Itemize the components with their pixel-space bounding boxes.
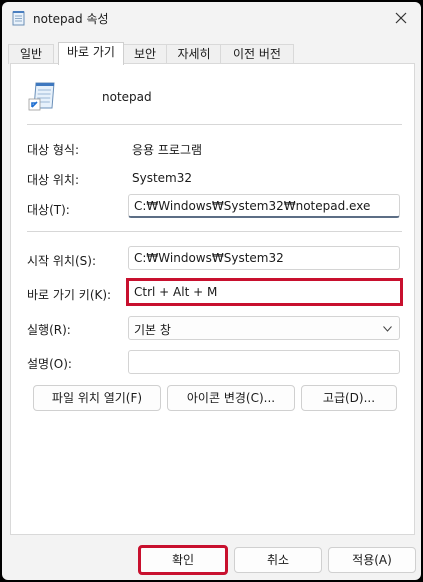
- notepad-shortcut-icon: [28, 82, 55, 111]
- close-icon: [395, 12, 407, 24]
- shortcut-key-label: 바로 가기 키(K):: [27, 288, 112, 302]
- target-input[interactable]: C:₩Windows₩System32₩notepad.exe: [128, 194, 400, 218]
- target-type-label: 대상 형식:: [27, 143, 80, 157]
- apply-button[interactable]: 적용(A): [328, 547, 416, 573]
- run-select[interactable]: 기본 창: [128, 316, 400, 340]
- target-value: C:₩Windows₩System32₩notepad.exe: [134, 199, 371, 213]
- separator: [27, 124, 402, 125]
- tab-security[interactable]: 보안: [122, 44, 168, 64]
- separator: [27, 231, 402, 232]
- start-in-label: 시작 위치(S):: [27, 254, 96, 268]
- open-file-location-button[interactable]: 파일 위치 열기(F): [33, 385, 161, 411]
- start-in-input[interactable]: C:₩Windows₩System32: [128, 246, 400, 270]
- tab-details[interactable]: 자세히: [166, 44, 222, 64]
- tab-general[interactable]: 일반: [8, 44, 54, 64]
- tab-shortcut[interactable]: 바로 가기: [58, 42, 124, 65]
- target-location-label: 대상 위치:: [27, 173, 80, 187]
- change-icon-button[interactable]: 아이콘 변경(C)...: [167, 385, 295, 411]
- tab-previous-versions[interactable]: 이전 버전: [220, 44, 294, 64]
- window-title: notepad 속성: [33, 12, 109, 26]
- start-in-value: C:₩Windows₩System32: [134, 251, 284, 265]
- shortcut-key-input[interactable]: Ctrl + Alt + M: [126, 278, 403, 306]
- notepad-icon: [12, 11, 25, 26]
- advanced-button[interactable]: 고급(D)...: [301, 385, 397, 411]
- comment-label: 설명(O):: [27, 357, 72, 371]
- comment-input[interactable]: [128, 350, 400, 374]
- run-value: 기본 창: [134, 323, 171, 337]
- close-button[interactable]: [389, 6, 413, 30]
- target-type-value: 응용 프로그램: [132, 143, 203, 157]
- title-bar: notepad 속성: [2, 2, 421, 34]
- cancel-button[interactable]: 취소: [234, 547, 322, 573]
- run-label: 실행(R):: [27, 323, 71, 337]
- shortcut-key-value: Ctrl + Alt + M: [134, 285, 218, 299]
- shortcut-name: notepad: [102, 90, 152, 104]
- properties-window: notepad 속성 일반 바로 가기 보안 자세히 이전 버전 notepad…: [2, 2, 421, 580]
- target-label: 대상(T):: [27, 203, 70, 217]
- chevron-down-icon: [383, 326, 392, 332]
- ok-button[interactable]: 확인: [138, 545, 228, 575]
- target-location-value: System32: [132, 171, 193, 185]
- shortcut-tab-panel: notepad 대상 형식: 응용 프로그램 대상 위치: System32 대…: [10, 63, 415, 535]
